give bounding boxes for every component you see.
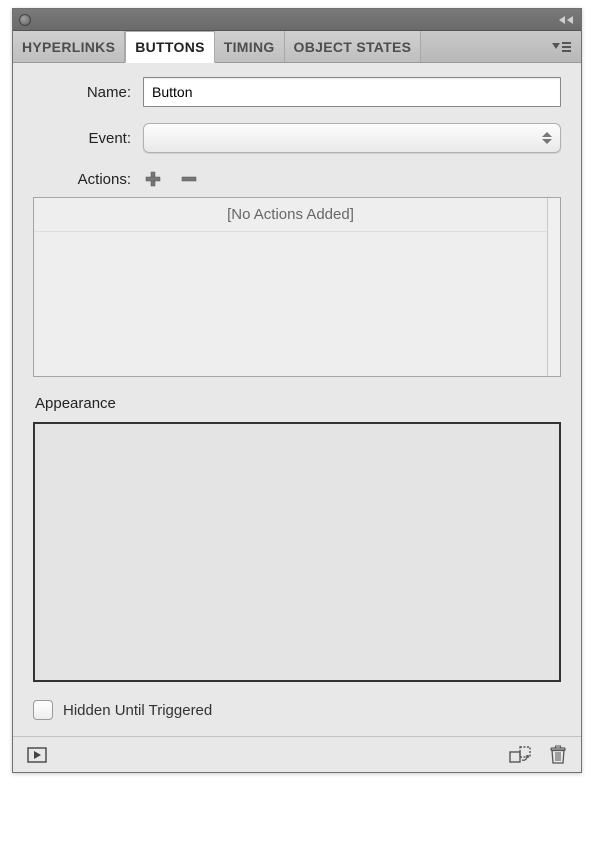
panel-titlebar[interactable] bbox=[13, 9, 581, 31]
actions-label: Actions: bbox=[33, 171, 143, 188]
hidden-until-triggered-checkbox[interactable] bbox=[33, 700, 53, 720]
panel-footer bbox=[13, 736, 581, 772]
tab-object-states[interactable]: OBJECT STATES bbox=[285, 31, 422, 62]
tab-hyperlinks[interactable]: HYPERLINKS bbox=[13, 31, 125, 62]
hidden-until-triggered-row: Hidden Until Triggered bbox=[33, 700, 561, 720]
name-label: Name: bbox=[33, 84, 143, 101]
actions-list[interactable]: [No Actions Added] bbox=[33, 197, 561, 377]
panel-body: Name: Event: Actions: bbox=[13, 63, 581, 736]
buttons-panel: HYPERLINKS BUTTONS TIMING OBJECT STATES … bbox=[12, 8, 582, 773]
collapse-icon[interactable] bbox=[557, 15, 575, 25]
tab-bar: HYPERLINKS BUTTONS TIMING OBJECT STATES bbox=[13, 31, 581, 63]
actions-list-inner: [No Actions Added] bbox=[34, 198, 548, 376]
preview-button[interactable] bbox=[27, 747, 47, 763]
close-icon[interactable] bbox=[19, 14, 31, 26]
add-action-button[interactable] bbox=[143, 169, 163, 189]
tab-timing[interactable]: TIMING bbox=[215, 31, 285, 62]
actions-row: Actions: bbox=[33, 169, 561, 189]
tab-buttons[interactable]: BUTTONS bbox=[125, 31, 215, 63]
appearance-label: Appearance bbox=[35, 395, 561, 412]
trash-icon[interactable] bbox=[549, 745, 567, 765]
chevron-updown-icon bbox=[542, 130, 552, 146]
actions-empty-text: [No Actions Added] bbox=[34, 198, 547, 232]
remove-action-button[interactable] bbox=[179, 169, 199, 189]
hidden-until-triggered-label: Hidden Until Triggered bbox=[63, 702, 212, 719]
name-input[interactable] bbox=[143, 77, 561, 107]
panel-menu-button[interactable] bbox=[541, 31, 581, 62]
convert-button[interactable] bbox=[509, 746, 531, 764]
event-label: Event: bbox=[33, 130, 143, 147]
event-row: Event: bbox=[33, 123, 561, 153]
name-row: Name: bbox=[33, 77, 561, 107]
event-dropdown[interactable] bbox=[143, 123, 561, 153]
appearance-preview[interactable] bbox=[33, 422, 561, 682]
